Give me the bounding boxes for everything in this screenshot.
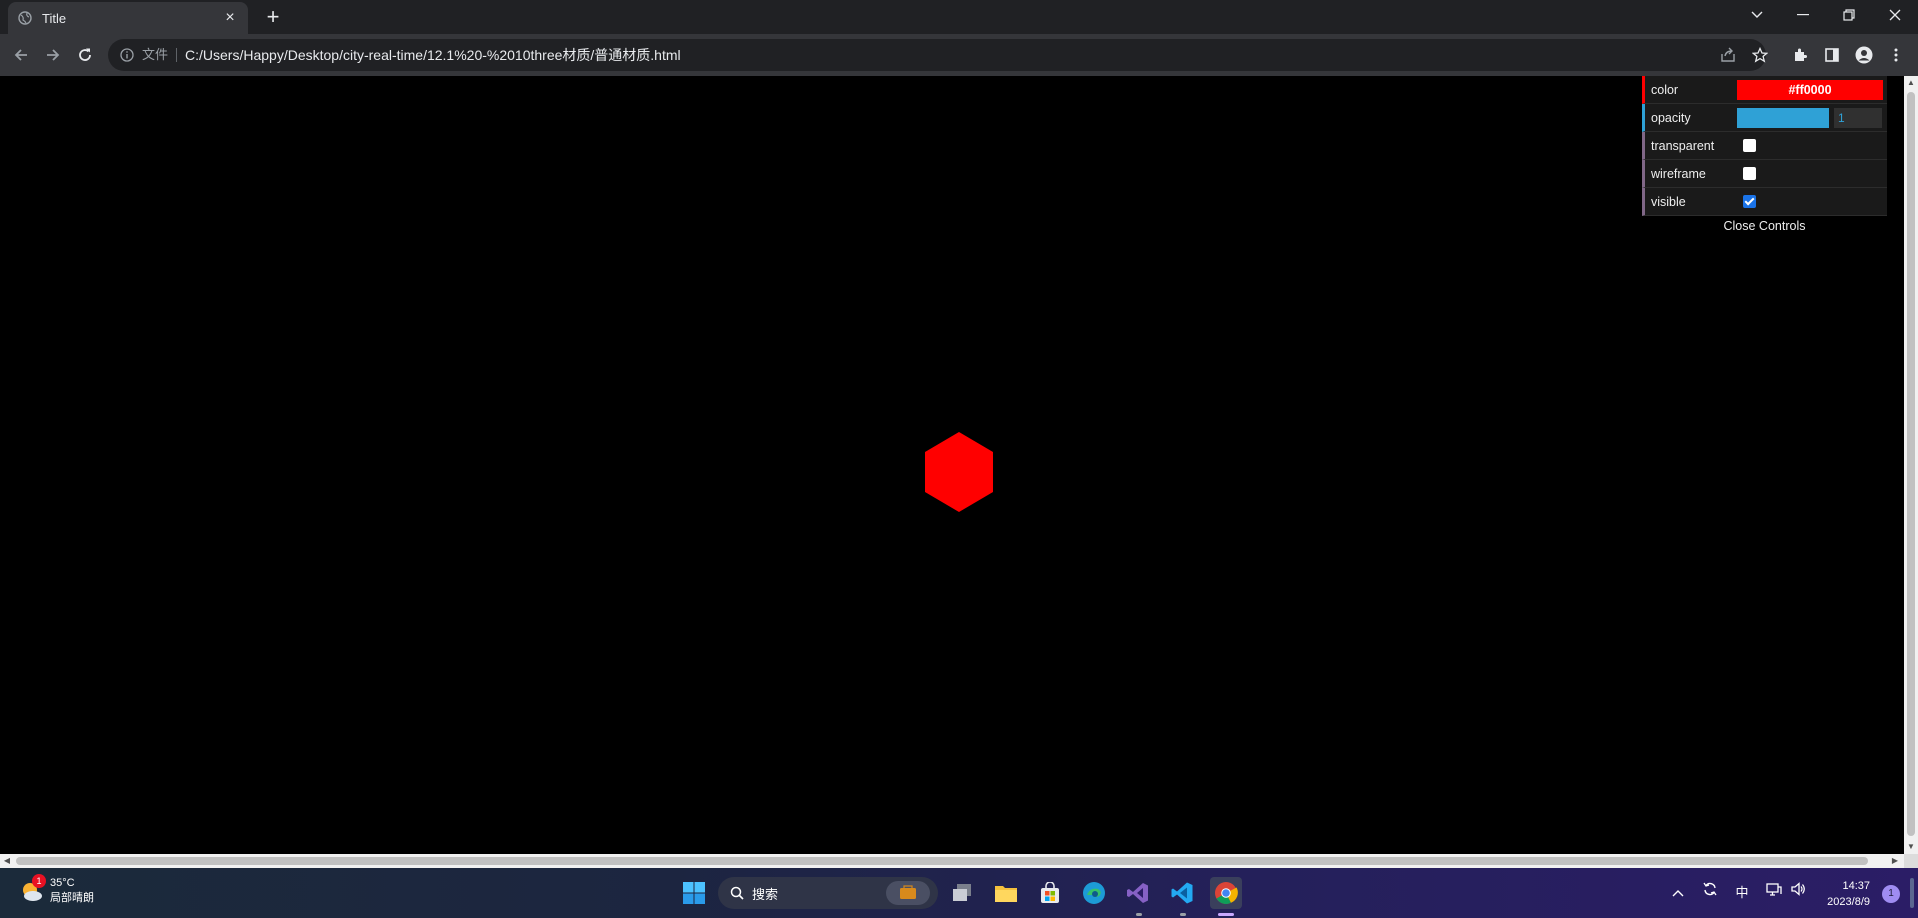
wireframe-checkbox[interactable] [1743, 167, 1756, 180]
scrollbar-corner [1904, 854, 1918, 868]
weather-badge: 1 [32, 874, 46, 888]
new-tab-button[interactable]: + [260, 4, 286, 30]
webgl-canvas[interactable]: color #ff0000 opacity 1 transparent wire… [0, 76, 1904, 854]
temperature-text: 35°C [50, 877, 75, 889]
vscode-running-indicator [1180, 913, 1186, 916]
clock-date: 2023/8/9 [1827, 896, 1870, 908]
opacity-label: opacity [1651, 110, 1691, 125]
search-placeholder: 搜索 [752, 886, 779, 902]
minimize-icon[interactable] [1780, 0, 1826, 30]
taskbar-search[interactable]: 搜索 [718, 877, 938, 909]
volume-icon[interactable] [1786, 881, 1810, 905]
windows-taskbar: 1 35°C 局部晴朗 搜索 中 14:37 2023/8/9 1 [0, 868, 1918, 918]
transparent-label: transparent [1651, 138, 1715, 153]
task-view-icon[interactable] [946, 877, 978, 909]
edge-browser-icon[interactable] [1078, 877, 1110, 909]
gui-row-visible: visible [1642, 188, 1887, 216]
share-icon[interactable] [1716, 43, 1740, 67]
globe-icon [18, 11, 32, 25]
address-bar[interactable]: 文件 C:/Users/Happy/Desktop/city-real-time… [108, 39, 1766, 71]
chrome-active-indicator [1218, 913, 1234, 916]
system-clock[interactable]: 14:37 2023/8/9 [1818, 878, 1870, 910]
screen: Title × + 文件 C:/Users/Happy/Desktop/city… [0, 0, 1918, 918]
profile-avatar-icon[interactable] [1852, 43, 1876, 67]
search-highlight-icon [886, 881, 930, 905]
horizontal-scrollbar[interactable]: ◀ ▶ [0, 854, 1904, 868]
gui-row-color: color #ff0000 [1642, 76, 1887, 104]
ms-store-icon[interactable] [1034, 877, 1066, 909]
browser-tab[interactable]: Title × [8, 2, 248, 34]
opacity-slider[interactable] [1737, 107, 1829, 128]
visible-checkbox[interactable] [1743, 195, 1756, 208]
file-explorer-icon[interactable] [990, 877, 1022, 909]
forward-icon[interactable] [41, 43, 65, 67]
restore-icon[interactable] [1826, 0, 1872, 30]
browser-toolbar: 文件 C:/Users/Happy/Desktop/city-real-time… [0, 34, 1918, 76]
tab-title: Title [42, 10, 67, 26]
bookmark-star-icon[interactable] [1748, 43, 1772, 67]
close-window-icon[interactable] [1872, 0, 1918, 30]
url-text[interactable]: C:/Users/Happy/Desktop/city-real-time/12… [185, 45, 681, 65]
vertical-scroll-thumb[interactable] [1907, 92, 1915, 836]
tab-close-icon[interactable]: × [222, 10, 238, 26]
tray-overflow-icon[interactable] [1666, 881, 1690, 905]
ime-indicator[interactable]: 中 [1730, 881, 1754, 905]
side-panel-icon[interactable] [1820, 43, 1844, 67]
back-icon[interactable] [9, 43, 33, 67]
red-mesh-hexagon [925, 432, 993, 512]
sync-icon[interactable] [1698, 881, 1722, 905]
chrome-icon[interactable] [1210, 877, 1242, 909]
weather-widget[interactable]: 1 35°C 局部晴朗 [18, 874, 94, 906]
gui-row-transparent: transparent [1642, 132, 1887, 160]
vertical-scrollbar[interactable]: ▲ ▼ [1904, 76, 1918, 854]
vs-running-indicator [1136, 913, 1142, 916]
color-picker[interactable]: #ff0000 [1737, 79, 1883, 100]
vscode-icon[interactable] [1166, 877, 1198, 909]
weather-text: 局部晴朗 [50, 892, 94, 904]
clock-time: 14:37 [1842, 880, 1870, 892]
scroll-up-icon[interactable]: ▲ [1904, 76, 1918, 90]
menu-kebab-icon[interactable] [1884, 43, 1908, 67]
search-icon [730, 886, 744, 900]
mesh-shape [925, 432, 993, 512]
show-desktop-button[interactable] [1910, 878, 1914, 908]
scroll-left-icon[interactable]: ◀ [0, 854, 14, 868]
info-icon[interactable] [118, 46, 136, 64]
opacity-slider-fill [1737, 107, 1829, 128]
scroll-down-icon[interactable]: ▼ [1904, 840, 1918, 854]
extensions-icon[interactable] [1788, 43, 1812, 67]
weather-icon: 1 [18, 874, 46, 904]
scroll-right-icon[interactable]: ▶ [1888, 854, 1902, 868]
visual-studio-icon[interactable] [1122, 877, 1154, 909]
gui-controls-panel: color #ff0000 opacity 1 transparent wire… [1642, 76, 1887, 236]
file-scheme-label: 文件 [142, 48, 178, 62]
reload-icon[interactable] [73, 43, 97, 67]
gui-row-opacity: opacity 1 [1642, 104, 1887, 132]
tab-strip: Title × + [0, 0, 1918, 34]
start-windows-icon[interactable] [678, 877, 710, 909]
transparent-checkbox[interactable] [1743, 139, 1756, 152]
gui-row-wireframe: wireframe [1642, 160, 1887, 188]
opacity-input[interactable]: 1 [1834, 107, 1882, 128]
horizontal-scroll-thumb[interactable] [16, 857, 1868, 865]
network-icon[interactable] [1762, 881, 1786, 905]
color-label: color [1651, 82, 1679, 97]
close-controls-button[interactable]: Close Controls [1642, 216, 1887, 236]
tab-search-icon[interactable] [1734, 0, 1780, 30]
notification-badge[interactable]: 1 [1882, 885, 1900, 903]
visible-label: visible [1651, 194, 1686, 209]
wireframe-label: wireframe [1651, 166, 1706, 181]
